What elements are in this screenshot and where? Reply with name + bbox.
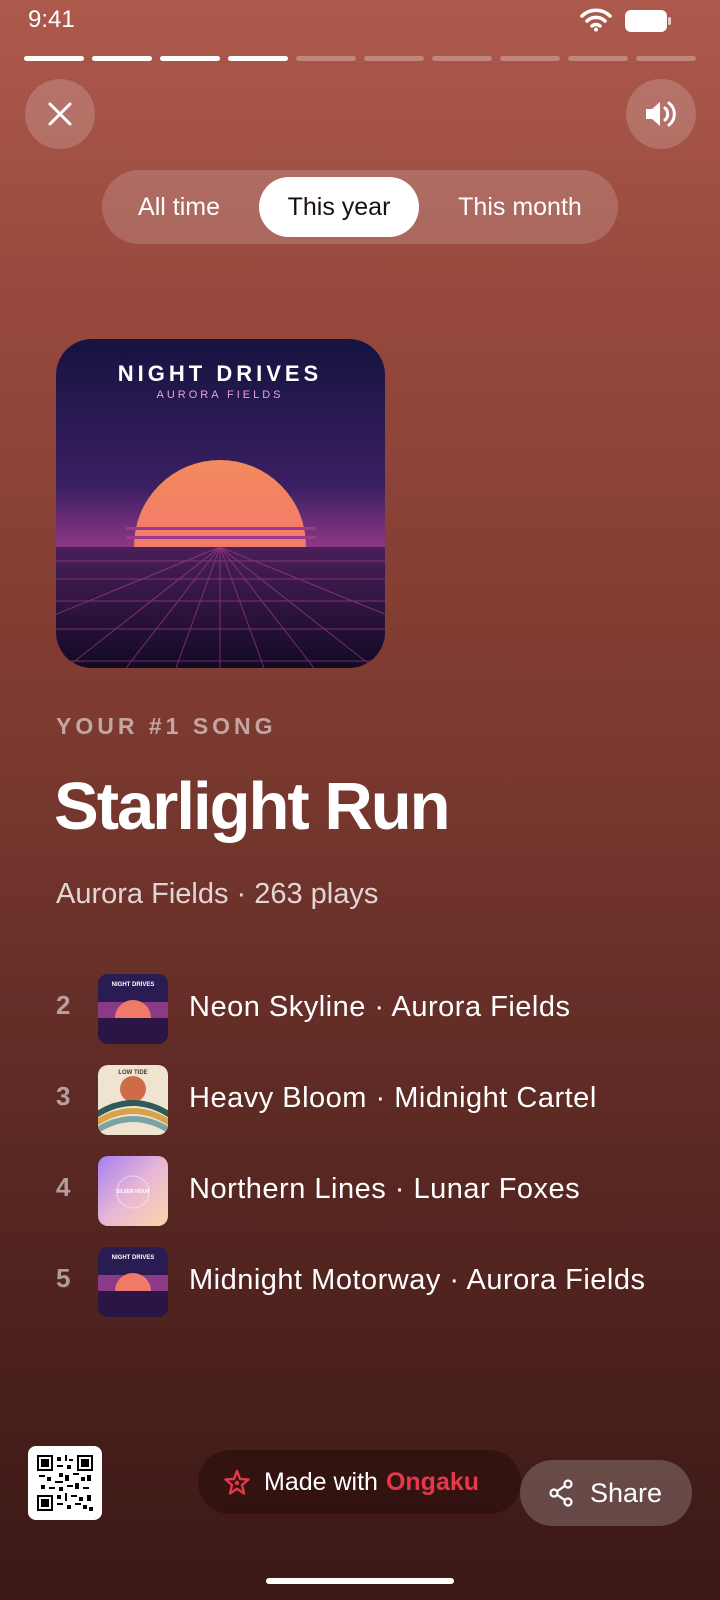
rank-label: Northern Lines · Lunar Foxes (189, 1173, 581, 1205)
top-song-eyebrow: YOUR #1 SONG (56, 713, 277, 739)
home-indicator[interactable] (266, 1578, 454, 1584)
top-song-title: Starlight Run (54, 769, 451, 844)
progress-segment (296, 56, 356, 61)
album-cover: NIGHT DRIVES AURORA FIELDS (56, 339, 385, 668)
sound-toggle-button[interactable] (626, 79, 696, 149)
speaker-icon (646, 101, 676, 127)
tab-this-month[interactable]: This month (432, 177, 608, 237)
rank-label: Midnight Motorway · Aurora Fields (189, 1264, 646, 1296)
progress-segment (92, 56, 152, 61)
rank-number: 4 (56, 1172, 71, 1202)
made-with-label: Made with Ongaku (264, 1468, 479, 1497)
close-icon (48, 102, 72, 126)
progress-segment (500, 56, 560, 61)
qr-code-icon (37, 1455, 93, 1511)
cover-title: NIGHT DRIVES (118, 361, 322, 386)
story-progress (24, 56, 696, 61)
thumb-text: SILVER HOUR (116, 1189, 150, 1195)
close-button[interactable] (25, 79, 95, 149)
share-icon (549, 1479, 573, 1507)
album-thumbnail: LOW TIDE (98, 1065, 168, 1135)
status-bar: 9:41 (0, 0, 720, 44)
rank-number: 5 (56, 1263, 71, 1293)
ranking-list: 2 NIGHT DRIVES Neon Skyline · Aurora Fie… (56, 974, 696, 1338)
list-item[interactable]: 3 LOW TIDE Heavy Bloom · Midnight Cartel (56, 1065, 696, 1135)
share-button[interactable]: Share (520, 1460, 692, 1526)
thumb-text: NIGHT DRIVES (112, 982, 155, 988)
made-with-text: Made with (264, 1467, 378, 1496)
period-tabs: All time This year This month (102, 170, 618, 244)
tab-this-year[interactable]: This year (259, 177, 419, 237)
made-with-badge[interactable]: Made with Ongaku (198, 1450, 521, 1514)
cover-artist: AURORA FIELDS (156, 389, 283, 401)
brand-name: Ongaku (385, 1467, 480, 1496)
progress-segment (364, 56, 424, 61)
thumb-text: NIGHT DRIVES (112, 1255, 155, 1261)
progress-segment (160, 56, 220, 61)
rank-number: 2 (56, 990, 71, 1020)
thumb-text: LOW TIDE (118, 1070, 147, 1076)
tab-all-time[interactable]: All time (114, 177, 244, 237)
rank-label: Neon Skyline · Aurora Fields (189, 991, 571, 1023)
progress-segment (568, 56, 628, 61)
progress-segment (432, 56, 492, 61)
rank-number: 3 (56, 1081, 71, 1111)
status-time: 9:41 (28, 6, 75, 33)
list-item[interactable]: 2 NIGHT DRIVES Neon Skyline · Aurora Fie… (56, 974, 696, 1044)
progress-segment (228, 56, 288, 61)
list-item[interactable]: 4 SILVER HOUR Northern Lines · Lunar Fox… (56, 1156, 696, 1226)
share-label: Share (590, 1477, 663, 1508)
album-thumbnail: SILVER HOUR (98, 1156, 168, 1226)
progress-segment (636, 56, 696, 61)
wifi-icon (580, 8, 612, 36)
brand-star-icon (224, 1469, 250, 1495)
list-item[interactable]: 5 NIGHT DRIVES Midnight Motorway · Auror… (56, 1247, 696, 1317)
album-thumbnail: NIGHT DRIVES (98, 974, 168, 1044)
top-song-meta: Aurora Fields · 263 plays (56, 878, 379, 910)
progress-segment (24, 56, 84, 61)
battery-icon (624, 9, 672, 37)
rank-label: Heavy Bloom · Midnight Cartel (189, 1082, 597, 1114)
qr-code[interactable] (28, 1446, 102, 1520)
album-thumbnail: NIGHT DRIVES (98, 1247, 168, 1317)
